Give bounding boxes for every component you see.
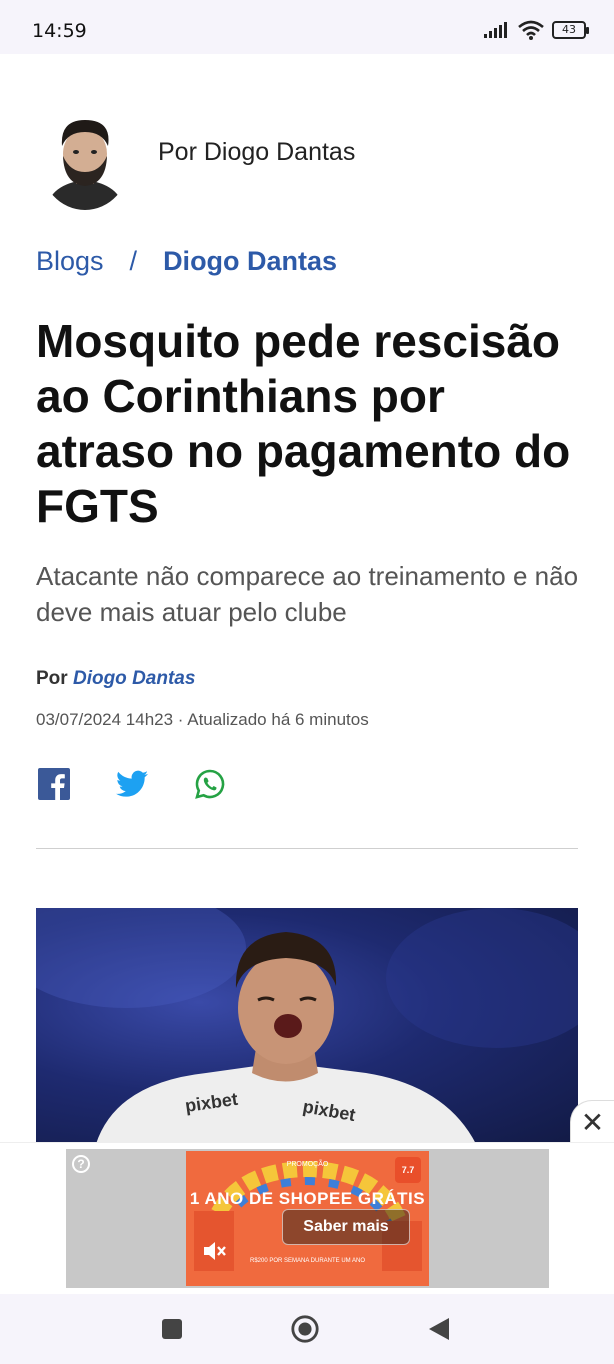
ad-headline: 1 ANO DE SHOPEE GRÁTIS bbox=[189, 1189, 426, 1208]
article-title: Mosquito pede rescisão ao Corinthians po… bbox=[36, 315, 571, 532]
battery-level: 43 bbox=[562, 23, 576, 36]
byline-prefix: Por bbox=[36, 668, 68, 689]
system-nav-bar bbox=[0, 1294, 614, 1364]
article-subtitle: Atacante não comparece ao treinamento e … bbox=[36, 561, 579, 627]
byline: Por Diogo Dantas bbox=[36, 668, 195, 690]
ad-container: ? PROMOÇÃO 7.7 1 ANO DE SHOPEE GRÁTIS R$… bbox=[0, 1142, 614, 1294]
wifi-icon bbox=[518, 20, 544, 40]
nav-back-button[interactable] bbox=[424, 1314, 454, 1344]
divider bbox=[36, 848, 578, 849]
ad-info-icon[interactable]: ? bbox=[72, 1155, 90, 1173]
share-whatsapp-button[interactable] bbox=[192, 766, 228, 802]
ad-frame[interactable]: ? PROMOÇÃO 7.7 1 ANO DE SHOPEE GRÁTIS R$… bbox=[66, 1149, 549, 1288]
breadcrumb-separator: / bbox=[129, 246, 138, 276]
ad-cta-button[interactable]: Saber mais bbox=[282, 1209, 410, 1245]
recents-icon bbox=[162, 1319, 182, 1339]
player-photo: pixbet pixbet bbox=[36, 908, 578, 1144]
nav-recents-button[interactable] bbox=[157, 1314, 187, 1344]
author-photo bbox=[40, 112, 130, 210]
author-header-name[interactable]: Por Diogo Dantas bbox=[158, 138, 355, 167]
back-icon bbox=[429, 1318, 449, 1340]
byline-author-link[interactable]: Diogo Dantas bbox=[73, 668, 195, 689]
signal-icon bbox=[484, 22, 507, 38]
status-bar: 14:59 43 bbox=[0, 0, 614, 54]
breadcrumb: Blogs / Diogo Dantas bbox=[36, 246, 337, 277]
battery-icon: 43 bbox=[552, 21, 589, 39]
mute-icon[interactable] bbox=[200, 1237, 228, 1265]
home-icon bbox=[291, 1315, 319, 1343]
facebook-icon bbox=[38, 768, 70, 800]
ad-badge: 7.7 bbox=[395, 1157, 421, 1183]
twitter-icon bbox=[116, 770, 148, 797]
share-twitter-button[interactable] bbox=[114, 766, 150, 802]
breadcrumb-blogs[interactable]: Blogs bbox=[36, 246, 104, 277]
author-avatar[interactable] bbox=[40, 112, 130, 210]
breadcrumb-diogo-dantas[interactable]: Diogo Dantas bbox=[163, 246, 337, 277]
ad-close-button[interactable]: ✕ bbox=[570, 1100, 614, 1144]
article-image[interactable]: pixbet pixbet bbox=[36, 908, 578, 1144]
ad-banner[interactable]: PROMOÇÃO 7.7 1 ANO DE SHOPEE GRÁTIS R$20… bbox=[186, 1151, 429, 1286]
ad-promo-label: PROMOÇÃO bbox=[286, 1161, 329, 1168]
status-time: 14:59 bbox=[32, 20, 87, 42]
share-facebook-button[interactable] bbox=[36, 766, 72, 802]
nav-home-button[interactable] bbox=[290, 1314, 320, 1344]
whatsapp-icon bbox=[195, 769, 225, 799]
dateline: 03/07/2024 14h23 · Atualizado há 6 minut… bbox=[36, 710, 369, 729]
status-icons: 43 bbox=[484, 20, 589, 40]
